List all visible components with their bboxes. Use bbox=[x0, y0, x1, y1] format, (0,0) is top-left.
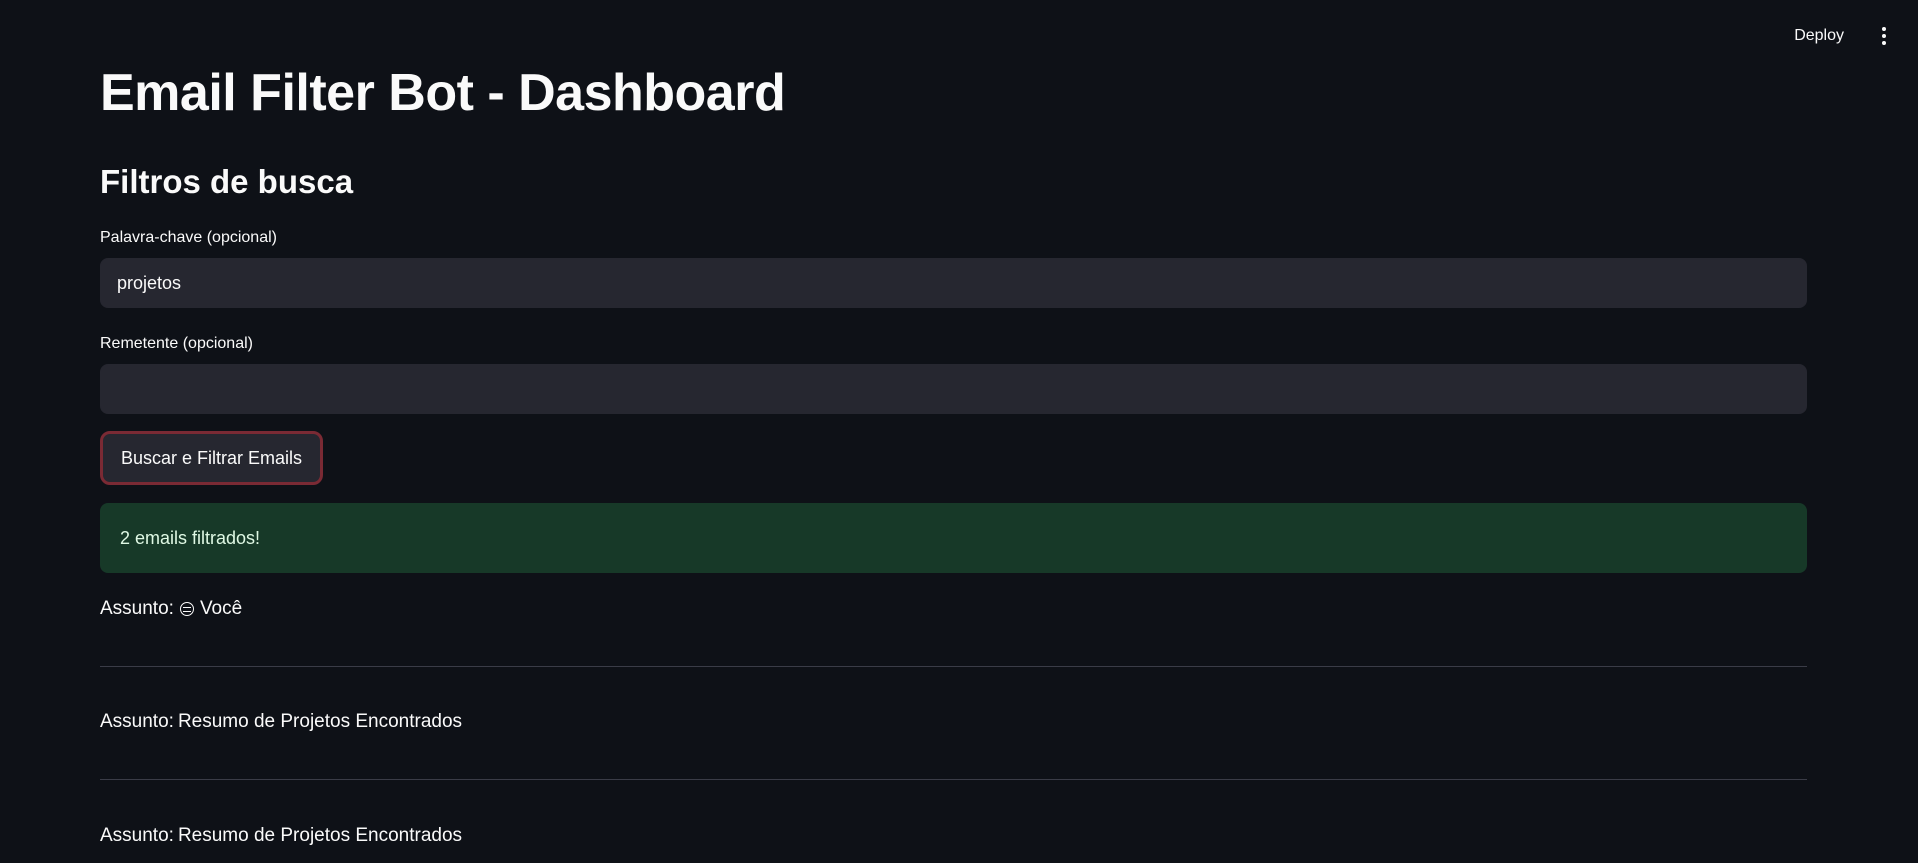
email-item: Assunto: Resumo de Projetos Encontrados bbox=[100, 709, 462, 735]
more-vertical-icon[interactable] bbox=[1870, 22, 1898, 50]
email-subject-prefix: Assunto: bbox=[100, 598, 174, 619]
menu-dot bbox=[1882, 27, 1886, 31]
page-title: Email Filter Bot - Dashboard bbox=[100, 64, 786, 122]
email-subject: Resumo de Projetos Encontrados bbox=[177, 825, 463, 846]
app-root: Deploy Email Filter Bot - Dashboard Filt… bbox=[0, 0, 1918, 863]
email-subject-prefix: Assunto: bbox=[100, 825, 174, 846]
sender-input[interactable] bbox=[100, 364, 1807, 414]
keyword-label: Palavra-chave (opcional) bbox=[100, 229, 277, 246]
email-item: Assunto: Resumo de Projetos Encontrados bbox=[100, 823, 462, 849]
section-title: Filtros de busca bbox=[100, 163, 354, 200]
menu-dot bbox=[1882, 34, 1886, 38]
email-subject: Você bbox=[199, 598, 243, 619]
keyword-input[interactable] bbox=[100, 258, 1807, 308]
menu-dot bbox=[1882, 41, 1886, 45]
search-filter-button[interactable]: Buscar e Filtrar Emails bbox=[100, 431, 324, 485]
email-item: Assunto: Você bbox=[100, 596, 242, 622]
top-header: Deploy bbox=[1782, 0, 1918, 72]
success-alert: 2 emails filtrados! bbox=[100, 503, 1807, 573]
success-message: 2 emails filtrados! bbox=[120, 527, 261, 548]
deploy-button[interactable]: Deploy bbox=[1782, 19, 1856, 53]
divider bbox=[100, 666, 1807, 667]
emoji-face-icon bbox=[179, 602, 194, 616]
email-subject: Resumo de Projetos Encontrados bbox=[177, 711, 463, 732]
sender-label: Remetente (opcional) bbox=[100, 335, 253, 352]
email-subject-prefix: Assunto: bbox=[100, 711, 174, 732]
divider bbox=[100, 779, 1807, 780]
